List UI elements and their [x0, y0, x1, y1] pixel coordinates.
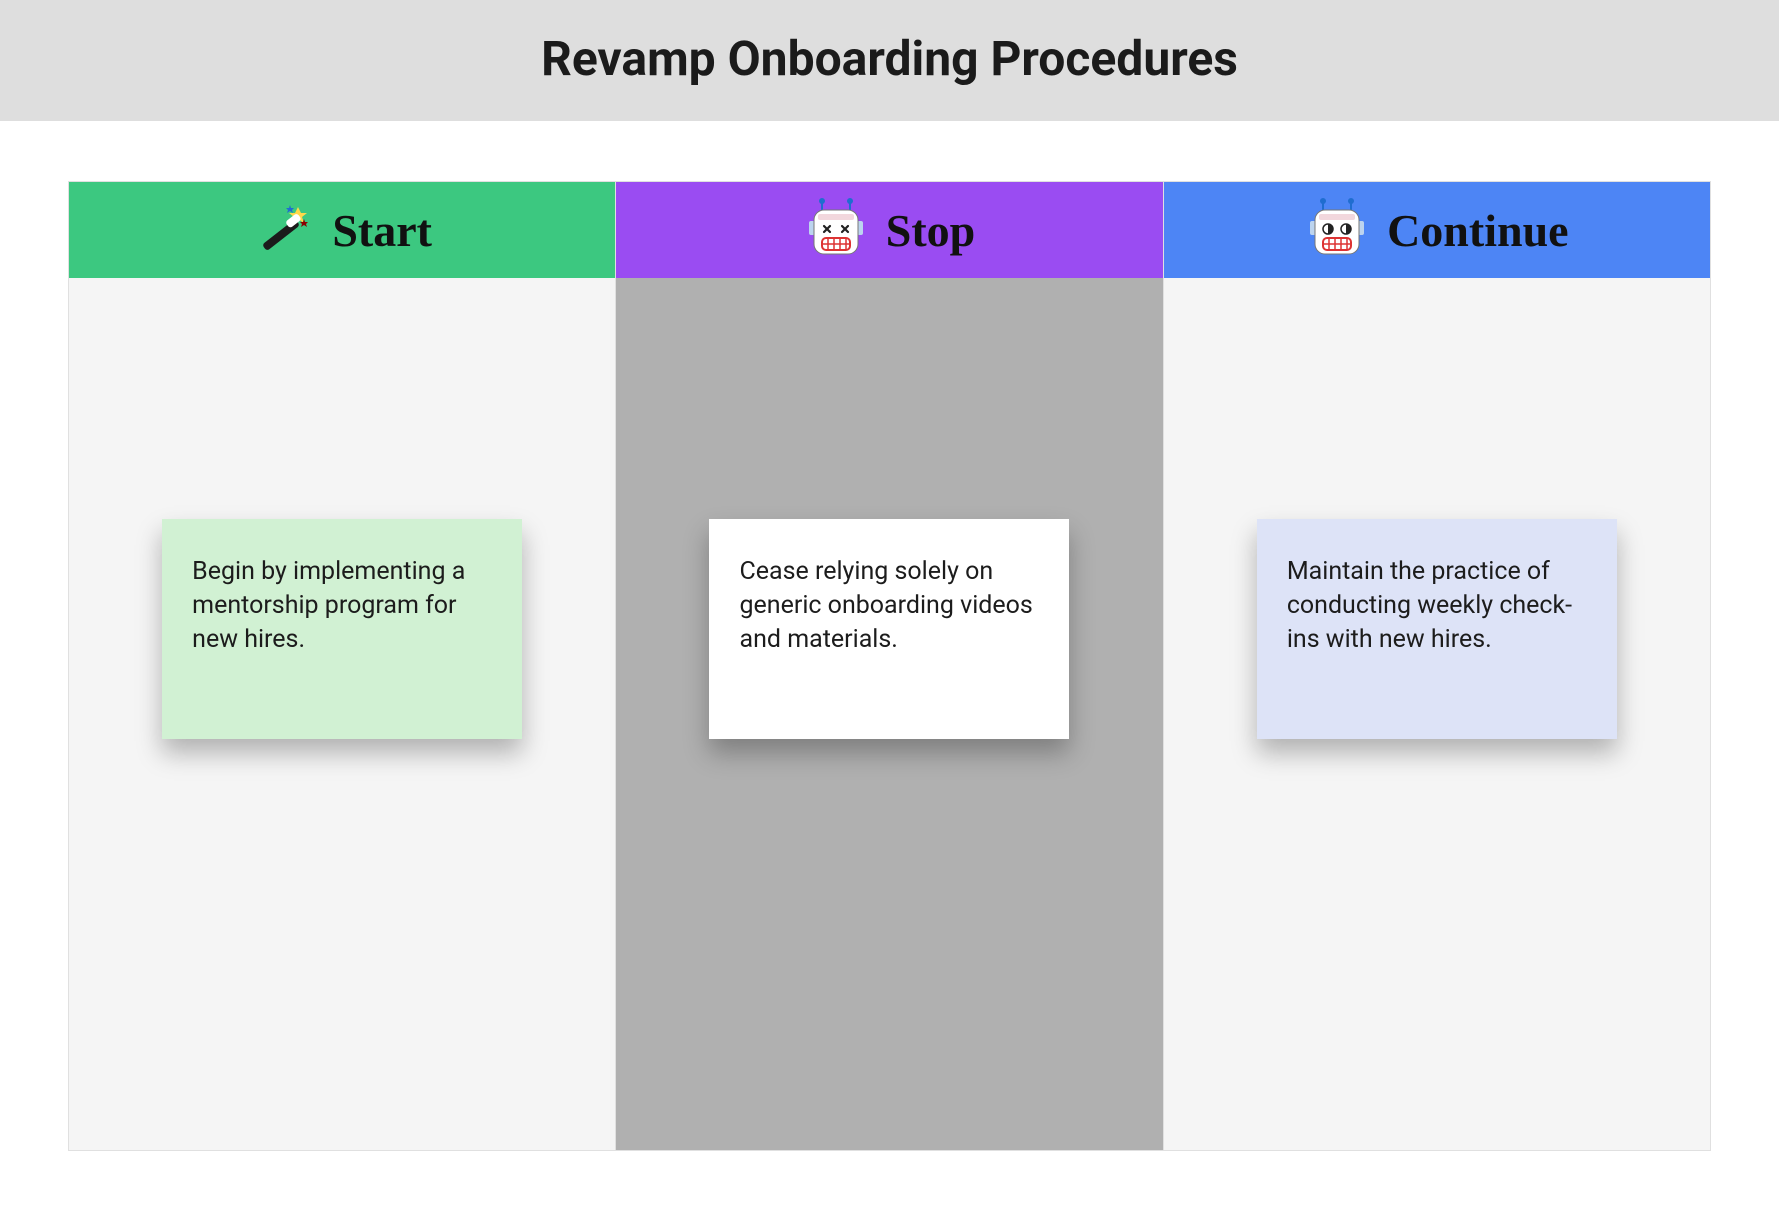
column-body-stop: Cease relying solely on generic onboardi…: [616, 278, 1162, 1150]
column-header-continue: Continue: [1164, 182, 1710, 278]
card-text: Begin by implementing a mentorship progr…: [192, 557, 465, 654]
card-stop[interactable]: Cease relying solely on generic onboardi…: [709, 519, 1069, 739]
page-title: Revamp Onboarding Procedures: [0, 30, 1779, 87]
column-continue: Continue Maintain the practice of conduc…: [1164, 182, 1710, 1150]
card-text: Cease relying solely on generic onboardi…: [739, 557, 1032, 654]
card-text: Maintain the practice of conducting week…: [1287, 557, 1572, 654]
board: Start Begin by implementing a mentorship…: [68, 181, 1711, 1151]
board-wrap: Start Begin by implementing a mentorship…: [0, 121, 1779, 1183]
column-title-continue: Continue: [1387, 204, 1568, 257]
page-header: Revamp Onboarding Procedures: [0, 0, 1779, 121]
column-body-continue: Maintain the practice of conducting week…: [1164, 278, 1710, 1150]
column-title-stop: Stop: [886, 204, 975, 257]
column-body-start: Begin by implementing a mentorship progr…: [69, 278, 615, 1150]
card-continue[interactable]: Maintain the practice of conducting week…: [1257, 519, 1617, 739]
magic-wand-icon: [252, 199, 314, 261]
card-start[interactable]: Begin by implementing a mentorship progr…: [162, 519, 522, 739]
robot-dead-icon: [804, 198, 868, 262]
column-header-start: Start: [69, 182, 615, 278]
column-header-stop: Stop: [616, 182, 1162, 278]
robot-happy-icon: [1305, 198, 1369, 262]
column-start: Start Begin by implementing a mentorship…: [69, 182, 616, 1150]
column-title-start: Start: [332, 204, 432, 257]
column-stop: Stop Cease relying solely on generic onb…: [616, 182, 1163, 1150]
